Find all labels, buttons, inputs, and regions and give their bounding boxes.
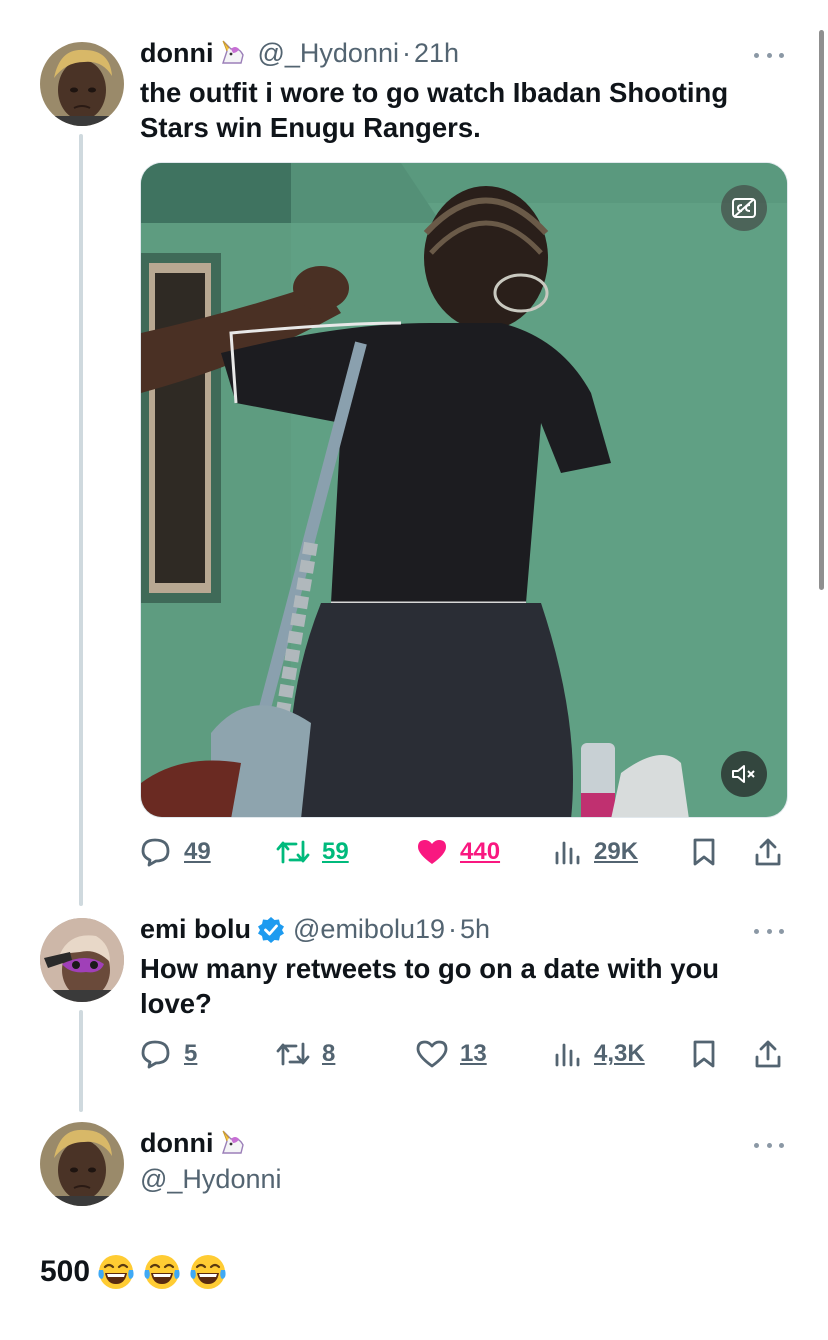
tweet-header: donni	[140, 1128, 247, 1159]
avatar-emibolu[interactable]	[40, 918, 124, 1002]
reply-icon	[141, 838, 170, 867]
reply-button[interactable]: 5	[140, 1034, 197, 1074]
more-icon[interactable]	[754, 1140, 784, 1150]
video-player[interactable]	[140, 162, 788, 818]
reply-icon	[141, 1040, 170, 1069]
laughing-emoji-icon	[96, 1252, 136, 1292]
retweet-button[interactable]: 59	[276, 832, 349, 872]
tweet-timestamp[interactable]: 21h	[414, 38, 459, 69]
bookmark-icon	[693, 1040, 715, 1068]
like-button[interactable]: 440	[416, 832, 500, 872]
share-icon	[755, 1040, 781, 1068]
views-button[interactable]: 29K	[554, 832, 638, 872]
thread-line	[79, 1010, 83, 1112]
tweet-timestamp[interactable]: 5h	[460, 914, 490, 945]
cc-icon	[732, 198, 756, 218]
share-icon	[755, 838, 781, 866]
author-name[interactable]: emi bolu	[140, 914, 251, 945]
avatar-donni[interactable]	[40, 1122, 124, 1206]
tweet-header: emi bolu @emibolu19 · 5h	[140, 914, 490, 945]
video-frame	[141, 163, 787, 817]
views-icon	[555, 841, 580, 865]
author-handle[interactable]: @_Hydonni	[257, 38, 399, 69]
reply-count: 49	[184, 838, 211, 865]
unicorn-emoji-icon	[217, 39, 247, 69]
views-button[interactable]: 4,3K	[554, 1034, 645, 1074]
captions-button[interactable]	[721, 185, 767, 231]
tweet-text: How many retweets to go on a date with y…	[140, 953, 720, 1019]
mute-icon	[732, 765, 755, 783]
tweet-actions: 49 59 440 29K	[140, 832, 788, 872]
retweet-count: 59	[322, 838, 349, 865]
author-handle[interactable]: @_Hydonni	[140, 1164, 282, 1195]
heart-filled-icon	[418, 840, 446, 864]
share-button[interactable]	[754, 832, 794, 872]
like-count: 13	[460, 1040, 487, 1067]
separator-dot: ·	[448, 914, 458, 944]
view-count: 4,3K	[594, 1040, 645, 1067]
bookmark-button[interactable]	[692, 832, 728, 872]
tweet-text: the outfit i wore to go watch Ibadan Sho…	[140, 77, 729, 143]
thread-line	[79, 134, 83, 906]
scrollbar[interactable]	[819, 30, 824, 590]
answer-text: 500	[40, 1252, 228, 1292]
laughing-emoji-icon	[142, 1252, 182, 1292]
tweet-header: donni @_Hydonni · 21h	[140, 38, 459, 69]
like-count: 440	[460, 838, 501, 865]
verified-badge-icon	[257, 916, 285, 944]
separator-dot: ·	[401, 38, 411, 68]
share-button[interactable]	[754, 1034, 794, 1074]
avatar-donni[interactable]	[40, 42, 124, 126]
author-name[interactable]: donni	[140, 38, 213, 69]
author-name[interactable]: donni	[140, 1128, 213, 1159]
author-handle[interactable]: @emibolu19	[293, 914, 445, 945]
tweet-actions: 5 8 13 4,3K	[140, 1034, 788, 1074]
heart-icon	[416, 1040, 448, 1068]
bookmark-button[interactable]	[692, 1034, 728, 1074]
retweet-icon	[276, 840, 310, 864]
bookmark-icon	[693, 838, 715, 866]
retweet-button[interactable]: 8	[276, 1034, 335, 1074]
reply-button[interactable]: 49	[140, 832, 211, 872]
more-icon[interactable]	[754, 926, 784, 936]
laughing-emoji-icon	[188, 1252, 228, 1292]
mute-button[interactable]	[721, 751, 767, 797]
retweet-count: 8	[322, 1040, 336, 1067]
answer-number: 500	[40, 1255, 91, 1288]
more-icon[interactable]	[754, 50, 784, 60]
views-icon	[555, 1043, 580, 1067]
like-button[interactable]: 13	[416, 1034, 487, 1074]
view-count: 29K	[594, 838, 639, 865]
unicorn-emoji-icon	[217, 1129, 247, 1159]
retweet-icon	[276, 1042, 310, 1066]
reply-count: 5	[184, 1040, 198, 1067]
